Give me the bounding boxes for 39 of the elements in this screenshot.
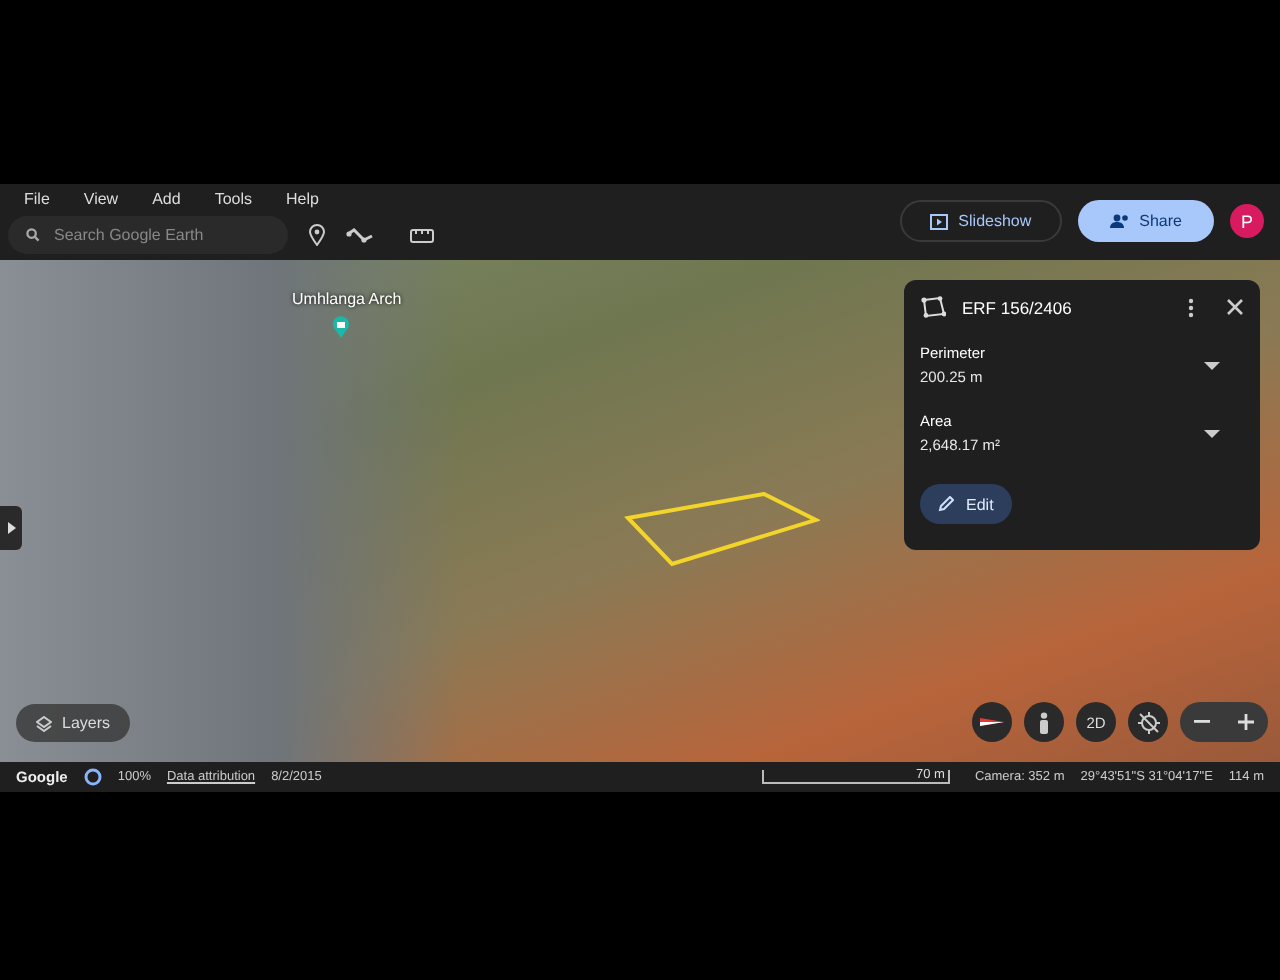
location-button[interactable]: [1128, 702, 1168, 742]
people-icon: [1109, 214, 1130, 228]
menu-item[interactable]: Add: [152, 190, 181, 216]
edit-button[interactable]: Edit: [920, 484, 1012, 524]
map-pin-icon[interactable]: [332, 316, 350, 338]
pegman-icon: [1038, 711, 1050, 733]
compass-icon: [980, 714, 1004, 730]
plus-icon: [1238, 714, 1254, 730]
polygon-icon: [920, 296, 946, 318]
path-icon[interactable]: [346, 227, 374, 243]
location-pin-icon[interactable]: [308, 224, 326, 246]
minus-icon: [1194, 720, 1210, 724]
menu-item[interactable]: Tools: [214, 190, 253, 216]
panel-title: ERF 156/2406: [962, 297, 1074, 317]
play-icon: [930, 213, 949, 229]
menu-item[interactable]: Help: [286, 190, 319, 216]
search-icon: [26, 228, 40, 242]
layers-icon: [36, 715, 52, 731]
more-icon[interactable]: [1188, 297, 1194, 317]
place-label: Umhlanga Arch: [292, 290, 402, 308]
menu-item[interactable]: File: [24, 190, 50, 216]
loading-ring-icon: [83, 768, 102, 786]
slideshow-button[interactable]: Slideshow: [900, 200, 1062, 242]
search-field[interactable]: Search Google Earth: [8, 216, 288, 254]
compass-button[interactable]: [972, 702, 1012, 742]
menu-item[interactable]: View: [83, 190, 119, 216]
share-button[interactable]: Share: [1077, 200, 1214, 242]
caret-icon: [7, 522, 15, 534]
ruler-icon[interactable]: [410, 227, 434, 243]
close-icon[interactable]: [1226, 298, 1244, 316]
side-panel-toggle[interactable]: [0, 506, 22, 550]
plot-outline[interactable]: [624, 492, 820, 568]
expand-icon[interactable]: [1204, 429, 1220, 437]
layers-button[interactable]: Layers: [16, 704, 131, 742]
pencil-icon: [938, 496, 954, 512]
user-avatar[interactable]: P: [1230, 204, 1264, 238]
location-off-icon: [1137, 711, 1159, 733]
expand-icon[interactable]: [1204, 361, 1220, 369]
street-view-button[interactable]: [1024, 702, 1064, 742]
